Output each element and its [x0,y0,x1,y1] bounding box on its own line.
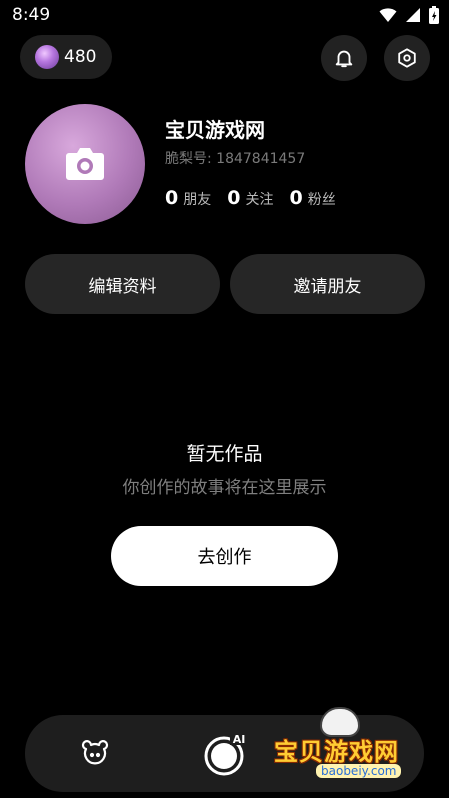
coin-count: 480 [64,47,97,67]
empty-state-title: 暂无作品 [186,443,263,465]
watermark-url: baobeiy.com [316,764,402,778]
invite-friends-button[interactable]: 邀请朋友 [230,254,425,314]
status-bar: 8:49 [0,0,449,32]
stat-following-label: 关注 [245,192,274,208]
stat-friends[interactable]: 0 朋友 [165,187,211,209]
stat-following-count: 0 [227,187,241,209]
create-button[interactable]: 去创作 [111,526,338,586]
ai-badge: AI [233,733,246,746]
nav-home[interactable] [75,715,115,792]
profile-name: 宝贝游戏网 [165,118,265,142]
avatar[interactable] [25,104,145,224]
stat-followers[interactable]: 0 粉丝 [289,187,335,209]
notifications-button[interactable] [321,35,367,81]
bear-face-icon [81,739,109,764]
watermark-text: 宝贝游戏网 [274,738,399,766]
empty-state-subtitle: 你创作的故事将在这里展示 [122,478,327,498]
profile-id: 脆梨号: 1847841457 [165,151,306,167]
nav-ai-create[interactable]: AI [197,715,253,792]
watermark-logo: 宝贝游戏网 baobeiy.com [272,703,422,789]
settings-button[interactable] [384,35,430,81]
bell-icon [335,50,353,68]
stat-followers-label: 粉丝 [307,192,336,208]
stat-friends-label: 朋友 [183,192,212,208]
battery-charging-icon [429,6,439,24]
stat-friends-count: 0 [165,187,179,209]
coin-balance-pill[interactable]: 480 [20,35,112,79]
ai-circle-icon: AI [204,731,248,775]
edit-profile-button[interactable]: 编辑资料 [25,254,220,314]
wifi-icon [379,8,397,22]
stat-followers-count: 0 [289,187,303,209]
cellular-signal-icon [406,8,420,22]
stat-following[interactable]: 0 关注 [227,187,273,209]
profile-stats: 0 朋友 0 关注 0 粉丝 [165,187,352,209]
coin-orb-icon [35,45,59,69]
status-icons [379,6,439,24]
status-time: 8:49 [12,5,51,25]
camera-icon [66,148,104,180]
settings-hexagon-icon [398,48,416,68]
